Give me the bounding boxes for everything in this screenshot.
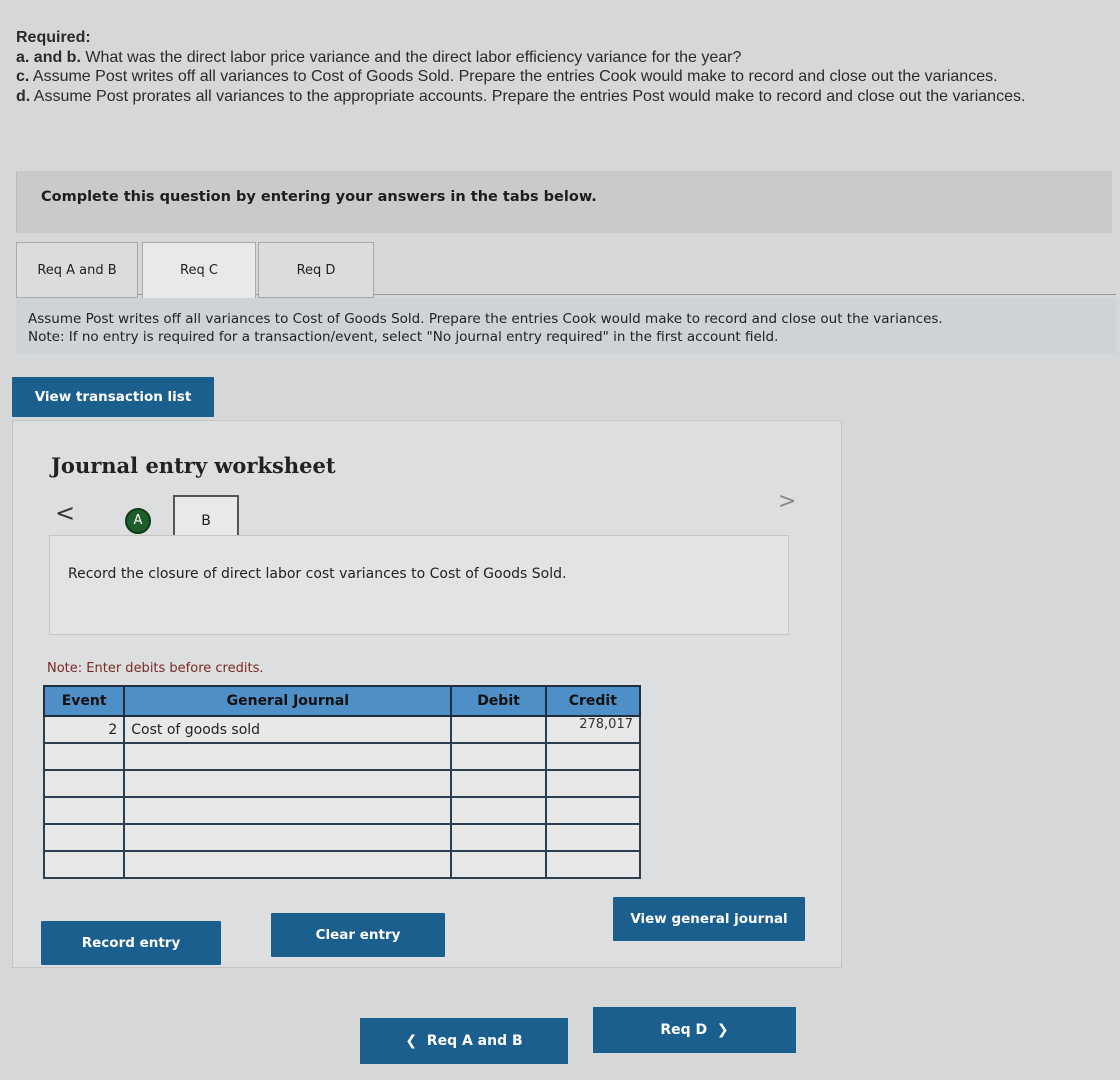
required-section: Required: a. and b. What was the direct … [16, 28, 1111, 106]
credit-cell[interactable] [544, 769, 642, 798]
required-title: Required: [16, 29, 91, 46]
entry-description: Record the closure of direct labor cost … [68, 566, 567, 582]
account-cell[interactable] [123, 742, 453, 771]
credit-header: Credit [544, 685, 642, 717]
instructions-line1: Assume Post writes off all variances to … [28, 311, 943, 327]
table-row [42, 823, 642, 852]
debit-cell[interactable] [450, 715, 547, 744]
required-item-ab: a. and b. What was the direct labor pric… [16, 48, 742, 66]
event-cell[interactable] [42, 796, 126, 825]
event-cell[interactable] [42, 769, 126, 798]
prev-step-icon[interactable]: < [55, 499, 75, 527]
banner-text: Complete this question by entering your … [41, 189, 597, 205]
tab-req-d[interactable]: Req D [258, 242, 374, 298]
required-item-c: c. Assume Post writes off all variances … [16, 68, 998, 85]
account-cell[interactable]: Cost of goods sold [123, 715, 453, 744]
worksheet-title: Journal entry worksheet [51, 453, 336, 478]
journal-header-row: Event General Journal Debit Credit [42, 685, 642, 717]
credit-cell[interactable]: 278,017 [544, 715, 642, 744]
question-banner: Complete this question by entering your … [16, 171, 1112, 233]
account-cell[interactable] [123, 823, 453, 852]
account-cell[interactable] [123, 769, 453, 798]
debit-cell[interactable] [450, 742, 547, 771]
tab-req-c[interactable]: Req C [142, 242, 256, 302]
table-row [42, 850, 642, 879]
event-header: Event [42, 685, 126, 717]
prev-tab-button[interactable]: ❮ Req A and B [360, 1018, 568, 1064]
required-item-d: d. Assume Post prorates all variances to… [16, 87, 1026, 105]
prev-tab-label: Req A and B [426, 1033, 523, 1049]
credit-cell[interactable] [544, 850, 642, 879]
credit-cell[interactable] [544, 742, 642, 771]
clear-entry-button[interactable]: Clear entry [271, 913, 445, 957]
view-general-journal-button[interactable]: View general journal [613, 897, 805, 941]
debit-cell[interactable] [450, 796, 547, 825]
tab-req-a-and-b[interactable]: Req A and B [16, 242, 138, 298]
general-journal-header: General Journal [123, 685, 453, 717]
event-cell[interactable] [42, 742, 126, 771]
journal-worksheet: Journal entry worksheet < A B > Record t… [12, 420, 842, 968]
table-row: 2 Cost of goods sold 278,017 [42, 715, 642, 744]
debit-cell[interactable] [450, 823, 547, 852]
chevron-right-icon: ❯ [716, 1022, 729, 1038]
table-row [42, 769, 642, 798]
debit-credit-note: Note: Enter debits before credits. [47, 661, 264, 676]
tab-bar: Req A and B Req C Req D [16, 242, 1116, 302]
view-transaction-list-button[interactable]: View transaction list [12, 377, 214, 417]
event-cell[interactable]: 2 [42, 715, 126, 744]
entry-description-box: Record the closure of direct labor cost … [49, 535, 789, 635]
event-cell[interactable] [42, 850, 126, 879]
account-cell[interactable] [123, 796, 453, 825]
next-tab-button[interactable]: Req D ❯ [593, 1007, 796, 1053]
journal-table: Event General Journal Debit Credit 2 Cos… [42, 685, 642, 879]
instructions-note: Note: If no entry is required for a tran… [28, 329, 779, 345]
chevron-left-icon: ❮ [405, 1033, 418, 1049]
table-row [42, 742, 642, 771]
record-entry-button[interactable]: Record entry [41, 921, 221, 965]
event-cell[interactable] [42, 823, 126, 852]
account-cell[interactable] [123, 850, 453, 879]
next-step-icon[interactable]: > [778, 489, 796, 514]
next-tab-label: Req D [660, 1022, 708, 1038]
credit-cell[interactable] [544, 796, 642, 825]
credit-cell[interactable] [544, 823, 642, 852]
debit-cell[interactable] [450, 850, 547, 879]
debit-cell[interactable] [450, 769, 547, 798]
instructions: Assume Post writes off all variances to … [16, 298, 1116, 354]
step-a-button[interactable]: A [125, 508, 151, 534]
debit-header: Debit [450, 685, 547, 717]
table-row [42, 796, 642, 825]
